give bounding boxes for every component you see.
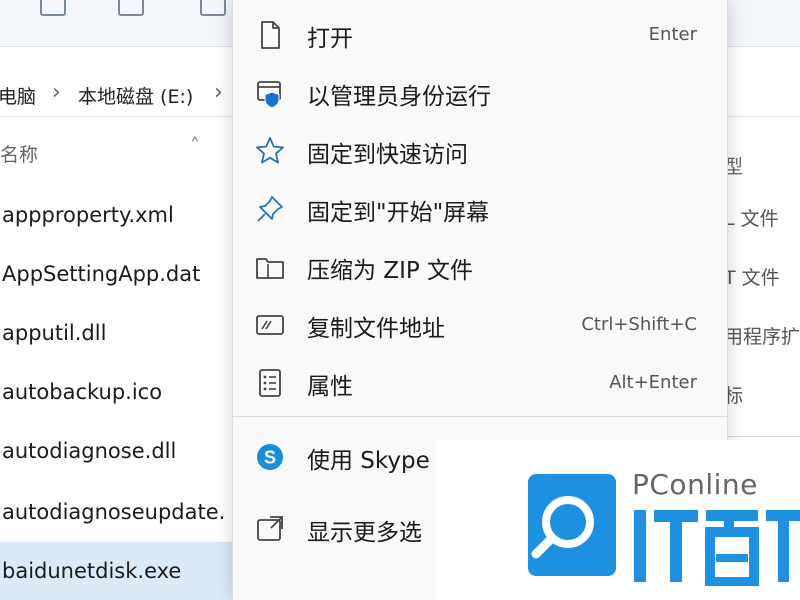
menu-item-properties[interactable]: 属性 Alt+Enter [233, 354, 727, 412]
column-header-name[interactable]: 名称 [0, 140, 38, 167]
menu-item-label: 以管理员身份运行 [307, 84, 491, 110]
column-header-type[interactable]: 型 [724, 152, 800, 179]
admin-shield-icon [257, 81, 281, 109]
pin-icon [257, 196, 283, 222]
menu-item-shortcut: Enter [648, 24, 697, 45]
file-row[interactable]: appproperty.xml [0, 186, 232, 244]
menu-item-label: 压缩为 ZIP 文件 [307, 258, 474, 284]
sort-ascending-icon: ˄ [190, 134, 200, 158]
breadcrumb-separator-icon[interactable]: › [214, 80, 223, 105]
it-baike-logo-text [634, 510, 800, 586]
file-type-cell: 用程序扩 [724, 326, 800, 348]
properties-icon [259, 369, 281, 397]
file-icon [261, 21, 280, 49]
toolbar-icon[interactable] [40, 0, 66, 16]
toolbar-icon[interactable] [118, 0, 144, 16]
file-type-cell: T 文件 [724, 267, 780, 289]
menu-item-pin-quick-access[interactable]: 固定到快速访问 [233, 122, 727, 180]
menu-item-compress-zip[interactable]: 压缩为 ZIP 文件 [233, 238, 727, 296]
menu-item-label: 打开 [307, 26, 353, 52]
menu-item-label: 固定到"开始"屏幕 [307, 200, 490, 226]
menu-item-open[interactable]: 打开 Enter [233, 6, 727, 64]
menu-item-pin-start[interactable]: 固定到"开始"屏幕 [233, 180, 727, 238]
skype-icon: S [257, 444, 283, 470]
menu-item-run-as-admin[interactable]: 以管理员身份运行 [233, 64, 727, 122]
menu-item-copy-path[interactable]: 复制文件地址 Ctrl+Shift+C [233, 296, 727, 354]
menu-item-shortcut: Ctrl+Shift+C [581, 314, 697, 335]
file-row[interactable]: apputil.dll [0, 304, 232, 362]
file-row[interactable]: AppSettingApp.dat [0, 245, 232, 303]
svg-text:S: S [264, 448, 276, 468]
copy-path-icon [256, 315, 284, 335]
menu-item-shortcut: Alt+Enter [609, 372, 697, 393]
file-type-cell: 标 [724, 385, 744, 407]
more-options-icon [257, 516, 283, 541]
menu-divider [233, 416, 727, 417]
pconline-logo-icon [528, 474, 616, 576]
menu-item-label: 复制文件地址 [307, 316, 445, 342]
file-row-selected[interactable]: baidunetdisk.exe [0, 542, 232, 600]
menu-item-label: 显示更多选 [307, 520, 422, 546]
breadcrumb-separator-icon[interactable]: › [52, 80, 61, 105]
file-row[interactable]: autobackup.ico [0, 363, 232, 421]
breadcrumb-item[interactable]: 电脑 [0, 82, 36, 109]
menu-item-label: 固定到快速访问 [307, 142, 468, 168]
file-type-cell: L 文件 [724, 208, 779, 230]
watermark-brand: PConline [632, 468, 758, 501]
divider [724, 436, 800, 437]
breadcrumb-item[interactable]: 本地磁盘 (E:) [78, 82, 193, 109]
menu-item-label: 属性 [307, 374, 353, 400]
star-icon [256, 137, 284, 164]
file-row[interactable]: autodiagnose.dll [0, 422, 232, 480]
toolbar-icon[interactable] [200, 0, 226, 16]
pconline-watermark: PConline [436, 440, 800, 600]
zip-folder-icon [256, 258, 284, 279]
file-row[interactable]: autodiagnoseupdate. [0, 483, 232, 541]
